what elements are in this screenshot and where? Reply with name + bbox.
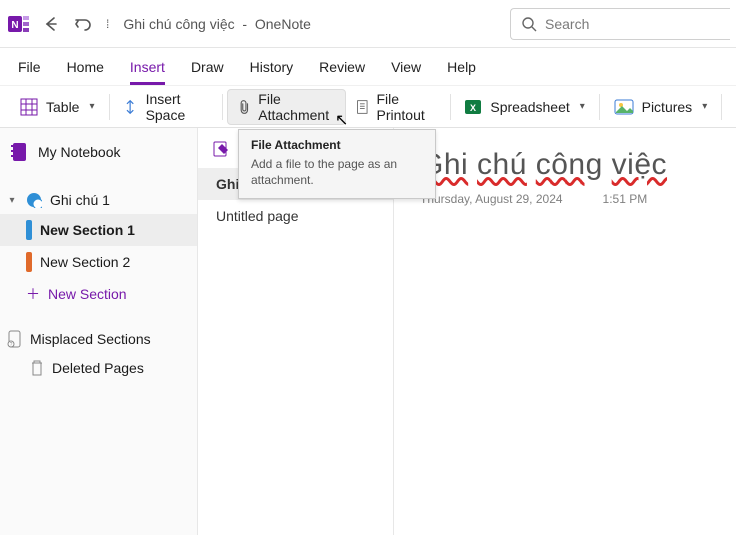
file-printout-icon [356, 98, 369, 116]
chevron-down-icon: ▾ [580, 101, 585, 112]
separator [222, 94, 223, 120]
trash-icon [30, 360, 44, 376]
section-row-1[interactable]: New Section 1 [0, 214, 197, 246]
paperclip-icon [238, 98, 251, 116]
menu-help[interactable]: Help [447, 59, 476, 75]
spreadsheet-button[interactable]: X Spreadsheet ▾ [454, 89, 594, 125]
page-canvas[interactable]: Ghi chú công việc Thursday, August 29, 2… [394, 128, 736, 535]
svg-text:X: X [470, 103, 476, 113]
sidebar: My Notebook ▾ Ghi chú 1 New Section 1 Ne… [0, 128, 198, 535]
spreadsheet-icon: X [464, 98, 482, 116]
section-row-2[interactable]: New Section 2 [0, 246, 197, 278]
notebook-row[interactable]: My Notebook [0, 134, 197, 170]
page-time: 1:51 PM [603, 192, 648, 206]
section-group-row[interactable]: ▾ Ghi chú 1 [0, 186, 197, 214]
menu-insert[interactable]: Insert [130, 59, 165, 75]
insert-space-button[interactable]: Insert Space [113, 89, 217, 125]
new-section-button[interactable]: ＋ New Section [0, 278, 197, 310]
tooltip: File Attachment Add a file to the page a… [238, 129, 436, 199]
separator [721, 94, 722, 120]
menu-bar: File Home Insert Draw History Review Vie… [0, 48, 736, 86]
tooltip-body: Add a file to the page as an attachment. [251, 156, 423, 188]
plus-icon: ＋ [26, 284, 40, 304]
title-bar: N ⁞ Ghi chú công việc - OneNote Search [0, 0, 736, 48]
window-title-app: OneNote [255, 16, 311, 32]
page-item[interactable]: Untitled page [198, 200, 393, 232]
file-printout-button[interactable]: File Printout [346, 89, 446, 125]
section-color-icon [26, 252, 32, 272]
table-icon [20, 98, 38, 116]
separator [450, 94, 451, 120]
notebook-icon [10, 142, 28, 162]
onenote-app-icon: N [6, 11, 32, 37]
window-title: Ghi chú công việc - OneNote [123, 16, 311, 32]
back-icon[interactable] [42, 15, 60, 33]
search-icon [521, 16, 537, 32]
svg-text:?: ? [10, 342, 13, 348]
search-input[interactable]: Search [510, 8, 730, 40]
search-placeholder: Search [545, 16, 589, 32]
menu-file[interactable]: File [18, 59, 41, 75]
insert-space-icon [123, 98, 137, 116]
window-title-doc: Ghi chú công việc [123, 16, 234, 32]
ribbon: Table ▾ Insert Space File Attachment Fil… [0, 86, 736, 128]
section-color-icon [26, 220, 32, 240]
misplaced-icon: ? [6, 330, 22, 348]
quick-access-toolbar: ⁞ [42, 15, 109, 33]
section-group-icon [26, 192, 42, 208]
menu-home[interactable]: Home [67, 59, 104, 75]
new-page-icon [212, 140, 230, 158]
misplaced-sections-row[interactable]: ? Misplaced Sections [0, 324, 197, 354]
menu-review[interactable]: Review [319, 59, 365, 75]
file-attachment-button[interactable]: File Attachment [227, 89, 346, 125]
qat-dropdown-icon[interactable]: ⁞ [106, 17, 109, 31]
tooltip-title: File Attachment [251, 138, 423, 152]
page-meta: Thursday, August 29, 2024 1:51 PM [420, 192, 710, 206]
deleted-pages-row[interactable]: Deleted Pages [0, 354, 197, 382]
separator [599, 94, 600, 120]
chevron-down-icon: ▾ [6, 195, 18, 206]
separator [109, 94, 110, 120]
undo-icon[interactable] [74, 15, 92, 33]
page-title[interactable]: Ghi chú công việc [420, 148, 710, 182]
pictures-icon [614, 98, 634, 116]
svg-text:N: N [11, 20, 18, 31]
table-button[interactable]: Table ▾ [10, 89, 105, 125]
chevron-down-icon: ▾ [702, 101, 707, 112]
chevron-down-icon: ▾ [89, 101, 94, 112]
menu-view[interactable]: View [391, 59, 421, 75]
page-date: Thursday, August 29, 2024 [420, 192, 563, 206]
menu-history[interactable]: History [250, 59, 294, 75]
menu-draw[interactable]: Draw [191, 59, 224, 75]
pictures-button[interactable]: Pictures ▾ [604, 89, 718, 125]
